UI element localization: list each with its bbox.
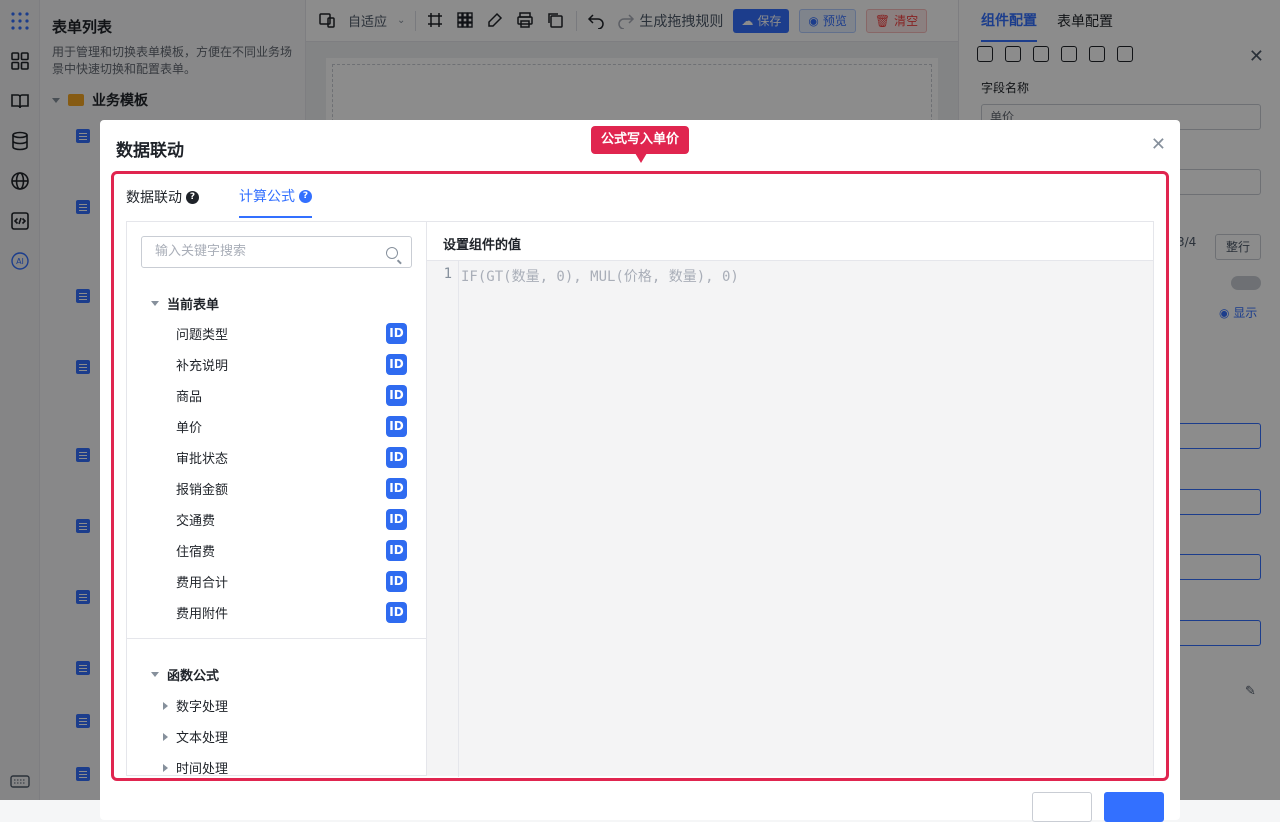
confirm-button[interactable] xyxy=(1104,792,1164,822)
function-group-item[interactable]: 文本处理 xyxy=(163,727,228,746)
chevron-down-icon xyxy=(151,301,159,306)
field-item[interactable]: 商品 ID xyxy=(176,384,407,406)
field-label: 交通费 xyxy=(176,513,216,529)
functions-group[interactable]: 函数公式 xyxy=(151,665,219,684)
field-label: 住宿费 xyxy=(176,544,216,560)
chevron-right-icon xyxy=(163,732,168,741)
field-label: 费用合计 xyxy=(176,575,229,591)
function-group-label: 数字处理 xyxy=(176,700,229,715)
search-input[interactable]: 输入关键字搜索 xyxy=(141,236,412,268)
group-label: 函数公式 xyxy=(167,669,220,684)
editor-title: 设置组件的值 xyxy=(443,238,522,253)
id-badge[interactable]: ID xyxy=(386,322,407,344)
field-item[interactable]: 住宿费 ID xyxy=(176,539,407,561)
modal-title: 数据联动 xyxy=(116,141,184,161)
field-label: 报销金额 xyxy=(176,482,229,498)
data-linkage-modal: 数据联动 ✕ 公式写入单价 数据联动 ? 计算公式 ? 输入关键字搜索 当前表单… xyxy=(100,120,1180,822)
chevron-down-icon xyxy=(151,672,159,677)
field-label: 审批状态 xyxy=(176,451,229,467)
formula-editor-panel: 设置组件的值 1 IF(GT(数量, 0), MUL(价格, 数量), 0) xyxy=(426,221,1154,777)
help-icon[interactable]: ? xyxy=(299,189,312,203)
tab-label: 数据联动 xyxy=(126,190,182,206)
field-label: 单价 xyxy=(176,420,203,436)
id-badge[interactable]: ID xyxy=(386,508,407,530)
tab-data-linkage[interactable]: 数据联动 ? xyxy=(126,186,199,218)
field-item[interactable]: 报销金额 ID xyxy=(176,477,407,499)
line-number: 1 xyxy=(427,261,459,777)
chevron-right-icon xyxy=(163,763,168,772)
id-badge[interactable]: ID xyxy=(386,477,407,499)
function-group-label: 时间处理 xyxy=(176,762,229,776)
field-label: 补充说明 xyxy=(176,358,229,374)
formula-text[interactable]: IF(GT(数量, 0), MUL(价格, 数量), 0) xyxy=(461,266,739,286)
field-item[interactable]: 补充说明 ID xyxy=(176,353,407,375)
function-group-item[interactable]: 数字处理 xyxy=(163,696,228,715)
field-item[interactable]: 问题类型 ID xyxy=(176,322,407,344)
function-group-item[interactable]: 时间处理 xyxy=(163,758,229,776)
annotation-callout: 公式写入单价 xyxy=(591,126,690,163)
field-label: 费用附件 xyxy=(176,606,229,622)
field-label: 商品 xyxy=(176,389,203,405)
help-icon[interactable]: ? xyxy=(186,190,199,204)
id-badge[interactable]: ID xyxy=(386,446,407,468)
group-label: 当前表单 xyxy=(167,298,220,313)
chevron-right-icon xyxy=(163,701,168,710)
divider xyxy=(127,638,426,639)
field-item[interactable]: 费用附件 ID xyxy=(176,601,407,623)
cancel-button[interactable] xyxy=(1032,792,1092,822)
field-tree-panel: 输入关键字搜索 当前表单 问题类型 ID 补充说明 ID 商品 ID 单价 ID 审批状… xyxy=(126,221,426,776)
modal-tabs: 数据联动 ? 计算公式 ? xyxy=(126,186,312,218)
current-form-group[interactable]: 当前表单 xyxy=(151,294,219,313)
id-badge[interactable]: ID xyxy=(386,570,407,592)
search-icon[interactable] xyxy=(386,247,398,259)
id-badge[interactable]: ID xyxy=(386,415,407,437)
formula-editor[interactable]: 1 IF(GT(数量, 0), MUL(价格, 数量), 0) xyxy=(427,260,1153,777)
field-item[interactable]: 单价 ID xyxy=(176,415,407,437)
id-badge[interactable]: ID xyxy=(386,384,407,406)
tab-formula[interactable]: 计算公式 ? xyxy=(239,186,312,218)
id-badge[interactable]: ID xyxy=(386,539,407,561)
field-item[interactable]: 费用合计 ID xyxy=(176,570,407,592)
close-icon[interactable]: ✕ xyxy=(1151,134,1166,155)
id-badge[interactable]: ID xyxy=(386,601,407,623)
function-group-label: 文本处理 xyxy=(176,731,229,746)
field-item[interactable]: 审批状态 ID xyxy=(176,446,407,468)
field-item[interactable]: 交通费 ID xyxy=(176,508,407,530)
field-label: 问题类型 xyxy=(176,327,229,343)
id-badge[interactable]: ID xyxy=(386,353,407,375)
tab-label: 计算公式 xyxy=(239,189,295,205)
